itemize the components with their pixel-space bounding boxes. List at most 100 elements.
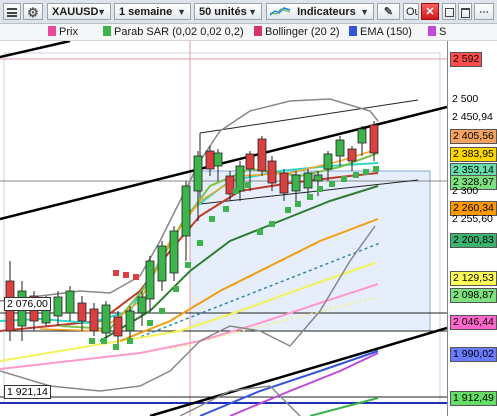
candle (157, 241, 167, 291)
candle-body (257, 138, 267, 172)
menu-button[interactable] (3, 3, 21, 20)
legend-swatch (349, 26, 357, 36)
timeframe-select[interactable]: 1 semaine ▼ (114, 3, 191, 20)
price-label: 2 255,60 (452, 213, 493, 225)
indicator-legend: Prix Parab SAR (0,02 0,02 0,2) Bollinger… (0, 24, 497, 41)
candle-body (89, 308, 99, 332)
symbol-value: XAUUSD (52, 6, 99, 18)
sar-dot (353, 172, 359, 178)
candle (257, 136, 267, 176)
candle (17, 281, 27, 341)
legend-label: Bollinger (20 2) (265, 26, 340, 38)
candle-body (335, 139, 345, 157)
legend-label: EMA (150) (360, 26, 412, 38)
candle (303, 169, 313, 196)
candle (53, 291, 63, 326)
sar-dot (123, 272, 129, 278)
price-label: 2 046,44 (450, 315, 497, 330)
price-axis[interactable]: 2 592 2 500 2 450,94 2 405,56 2 383,95 2 353,… (447, 41, 497, 416)
candle-body (225, 175, 235, 195)
sar-dot (223, 206, 229, 212)
level-label-2076: 2 076,00 (4, 297, 51, 311)
symbol-select[interactable]: XAUUSD ▼ (47, 3, 111, 20)
sar-dot (133, 274, 139, 280)
more-button[interactable]: ⋯ (474, 3, 494, 20)
candle (193, 151, 203, 221)
price-label: 2 098,87 (450, 288, 497, 303)
candle (267, 156, 277, 191)
candle-body (213, 152, 223, 167)
hamburger-icon (7, 8, 17, 17)
timeframe-value: 1 semaine (119, 6, 173, 18)
legend-label: Prix (59, 26, 78, 38)
legend-item-parabolic-sar[interactable]: Parab SAR (0,02 0,02 0,2) (103, 25, 244, 39)
candle-body (181, 185, 191, 237)
legend-swatch (428, 26, 436, 36)
sar-dot (209, 216, 215, 222)
indicators-label: Indicateurs (297, 6, 356, 18)
price-label: 2 592 (450, 52, 483, 67)
sar-dot (363, 169, 369, 175)
draw-tool-button[interactable]: ✎ (377, 3, 400, 20)
sar-dot (173, 286, 179, 292)
close-icon: ✕ (425, 6, 435, 18)
fullscreen-button[interactable] (458, 3, 472, 20)
sar-dot (113, 344, 119, 350)
window-toggle-button[interactable] (442, 3, 456, 20)
close-chart-button[interactable]: ✕ (421, 3, 439, 20)
sar-dot (257, 229, 263, 235)
indicators-select[interactable]: Indicateurs ▼ (266, 3, 374, 20)
price-label: 1 990,02 (450, 347, 497, 362)
candle (235, 161, 245, 201)
chevron-down-icon: ▼ (248, 7, 257, 17)
sar-dot (307, 194, 313, 200)
price-label: 2 500 (452, 93, 479, 105)
pencil-icon: ✎ (383, 6, 394, 18)
candle (369, 121, 379, 161)
toolbar: ⚙ XAUUSD ▼ 1 semaine ▼ 50 unités ▼ Indic… (0, 0, 497, 24)
candle-body (369, 124, 379, 154)
units-select[interactable]: 50 unités ▼ (194, 3, 262, 20)
candle-body (291, 174, 301, 192)
price-label: 2 129,53 (450, 271, 497, 286)
candle (125, 306, 135, 341)
sar-dot (197, 240, 203, 246)
chevron-down-icon: ▼ (360, 7, 369, 17)
settings-button[interactable]: ⚙ (23, 3, 43, 20)
sar-dot (329, 181, 335, 187)
candle (169, 226, 179, 281)
legend-item-ema-150[interactable]: EMA (150) (349, 25, 412, 39)
candle (89, 303, 99, 336)
legend-item-bollinger[interactable]: Bollinger (20 2) (254, 25, 340, 39)
price-chart[interactable]: 2 076,00 1 921,14 (0, 41, 447, 416)
chevron-down-icon: ▼ (97, 7, 106, 17)
candle-body (137, 296, 147, 314)
tools-select[interactable]: Ou (403, 3, 419, 20)
candle (137, 291, 147, 326)
legend-item-price[interactable]: Prix (48, 25, 78, 39)
tools-label: Ou (406, 6, 418, 18)
candle-body (157, 245, 167, 282)
candle-body (323, 153, 333, 170)
sar-dot (295, 201, 301, 207)
price-label: 2 405,56 (450, 129, 497, 144)
gear-icon: ⚙ (27, 5, 39, 20)
candle-body (125, 310, 135, 332)
sar-dot (269, 221, 275, 227)
candle (335, 136, 345, 166)
candle-body (77, 302, 87, 322)
candle-body (65, 290, 75, 314)
ellipsis-icon: ⋯ (479, 7, 489, 18)
candle (181, 181, 191, 261)
legend-label: Parab SAR (0,02 0,02 0,2) (114, 26, 244, 38)
candle (77, 296, 87, 331)
candle (113, 311, 123, 346)
legend-item-extra[interactable]: S (428, 25, 446, 39)
candle-body (313, 174, 323, 182)
candle (279, 169, 289, 201)
candle (357, 126, 367, 156)
candle (347, 146, 357, 171)
candle-body (101, 304, 111, 334)
candle-body (347, 148, 357, 162)
sar-dot (317, 186, 323, 192)
